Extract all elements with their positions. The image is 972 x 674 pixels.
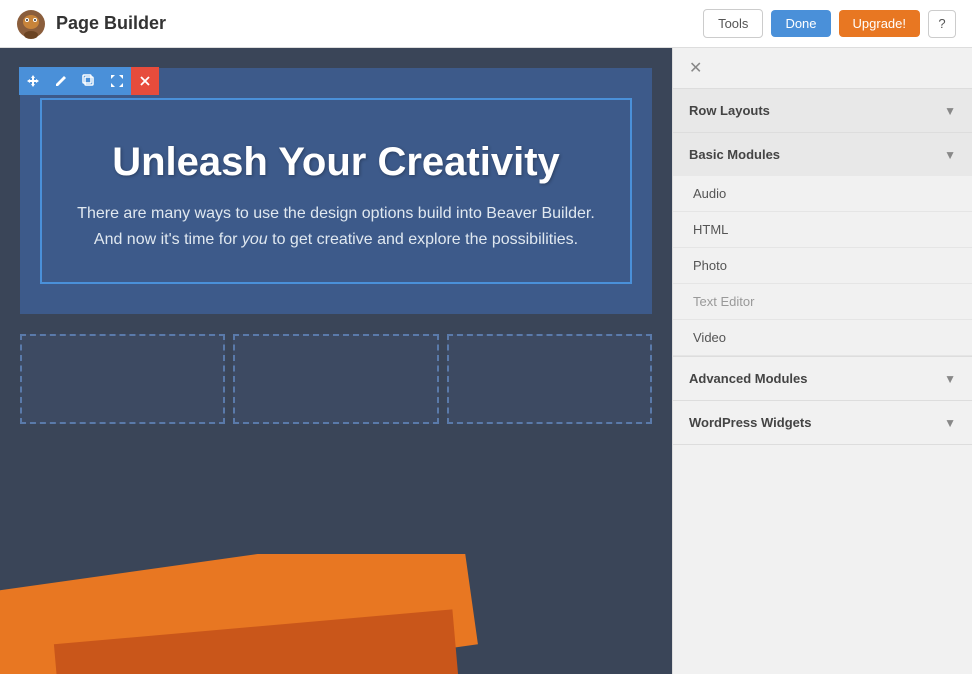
sidebar-item-photo[interactable]: Photo (673, 248, 972, 284)
hero-title: Unleash Your Creativity (62, 140, 610, 185)
columns-row (20, 334, 652, 424)
sidebar-section-advanced-modules: Advanced Modules ▼ (673, 357, 972, 401)
sidebar-close-area: ✕ (673, 48, 972, 89)
sidebar-close-button[interactable]: ✕ (689, 58, 702, 78)
sidebar: ✕ Row Layouts ▼ Basic Modules ▼ Audio HT… (672, 48, 972, 674)
column-placeholder-3 (447, 334, 652, 424)
hero-body-text2: to get creative and explore the possibil… (268, 231, 578, 248)
delete-button[interactable] (131, 67, 159, 95)
hero-body: There are many ways to use the design op… (66, 201, 606, 252)
resize-button[interactable] (103, 67, 131, 95)
basic-modules-chevron: ▼ (944, 148, 956, 162)
row-layouts-chevron: ▼ (944, 104, 956, 118)
advanced-modules-header[interactable]: Advanced Modules ▼ (673, 357, 972, 400)
sidebar-section-basic-modules: Basic Modules ▼ Audio HTML Photo Text Ed… (673, 133, 972, 357)
wordpress-widgets-header[interactable]: WordPress Widgets ▼ (673, 401, 972, 444)
upgrade-button[interactable]: Upgrade! (839, 10, 920, 37)
advanced-modules-label: Advanced Modules (689, 371, 807, 386)
wordpress-widgets-label: WordPress Widgets (689, 415, 811, 430)
sidebar-section-wordpress-widgets: WordPress Widgets ▼ (673, 401, 972, 445)
sidebar-section-row-layouts: Row Layouts ▼ (673, 89, 972, 133)
basic-modules-header[interactable]: Basic Modules ▼ (673, 133, 972, 176)
decorative-bottom (0, 554, 672, 674)
basic-modules-label: Basic Modules (689, 147, 780, 162)
app-title: Page Builder (56, 13, 166, 34)
sidebar-item-text-editor[interactable]: Text Editor (673, 284, 972, 320)
tools-button[interactable]: Tools (703, 9, 763, 38)
sidebar-item-video[interactable]: Video (673, 320, 972, 356)
done-button[interactable]: Done (771, 10, 830, 37)
column-placeholder-2 (233, 334, 438, 424)
duplicate-button[interactable] (75, 67, 103, 95)
column-placeholder-1 (20, 334, 225, 424)
advanced-modules-chevron: ▼ (944, 372, 956, 386)
hero-section: Unleash Your Creativity There are many w… (20, 68, 652, 314)
sidebar-item-audio[interactable]: Audio (673, 176, 972, 212)
header-actions: Tools Done Upgrade! ? (703, 9, 956, 38)
header-left: Page Builder (16, 9, 166, 39)
hero-body-italic: you (242, 231, 268, 248)
wordpress-widgets-chevron: ▼ (944, 416, 956, 430)
hero-content: Unleash Your Creativity There are many w… (40, 98, 632, 284)
move-handle[interactable] (19, 67, 47, 95)
row-layouts-label: Row Layouts (689, 103, 770, 118)
edit-button[interactable] (47, 67, 75, 95)
sidebar-item-html[interactable]: HTML (673, 212, 972, 248)
row-layouts-header[interactable]: Row Layouts ▼ (673, 89, 972, 132)
section-toolbar (19, 67, 159, 95)
help-button[interactable]: ? (928, 10, 956, 38)
canvas: Unleash Your Creativity There are many w… (0, 48, 672, 674)
header: Page Builder Tools Done Upgrade! ? (0, 0, 972, 48)
main-layout: Unleash Your Creativity There are many w… (0, 48, 972, 674)
logo-icon (16, 9, 46, 39)
